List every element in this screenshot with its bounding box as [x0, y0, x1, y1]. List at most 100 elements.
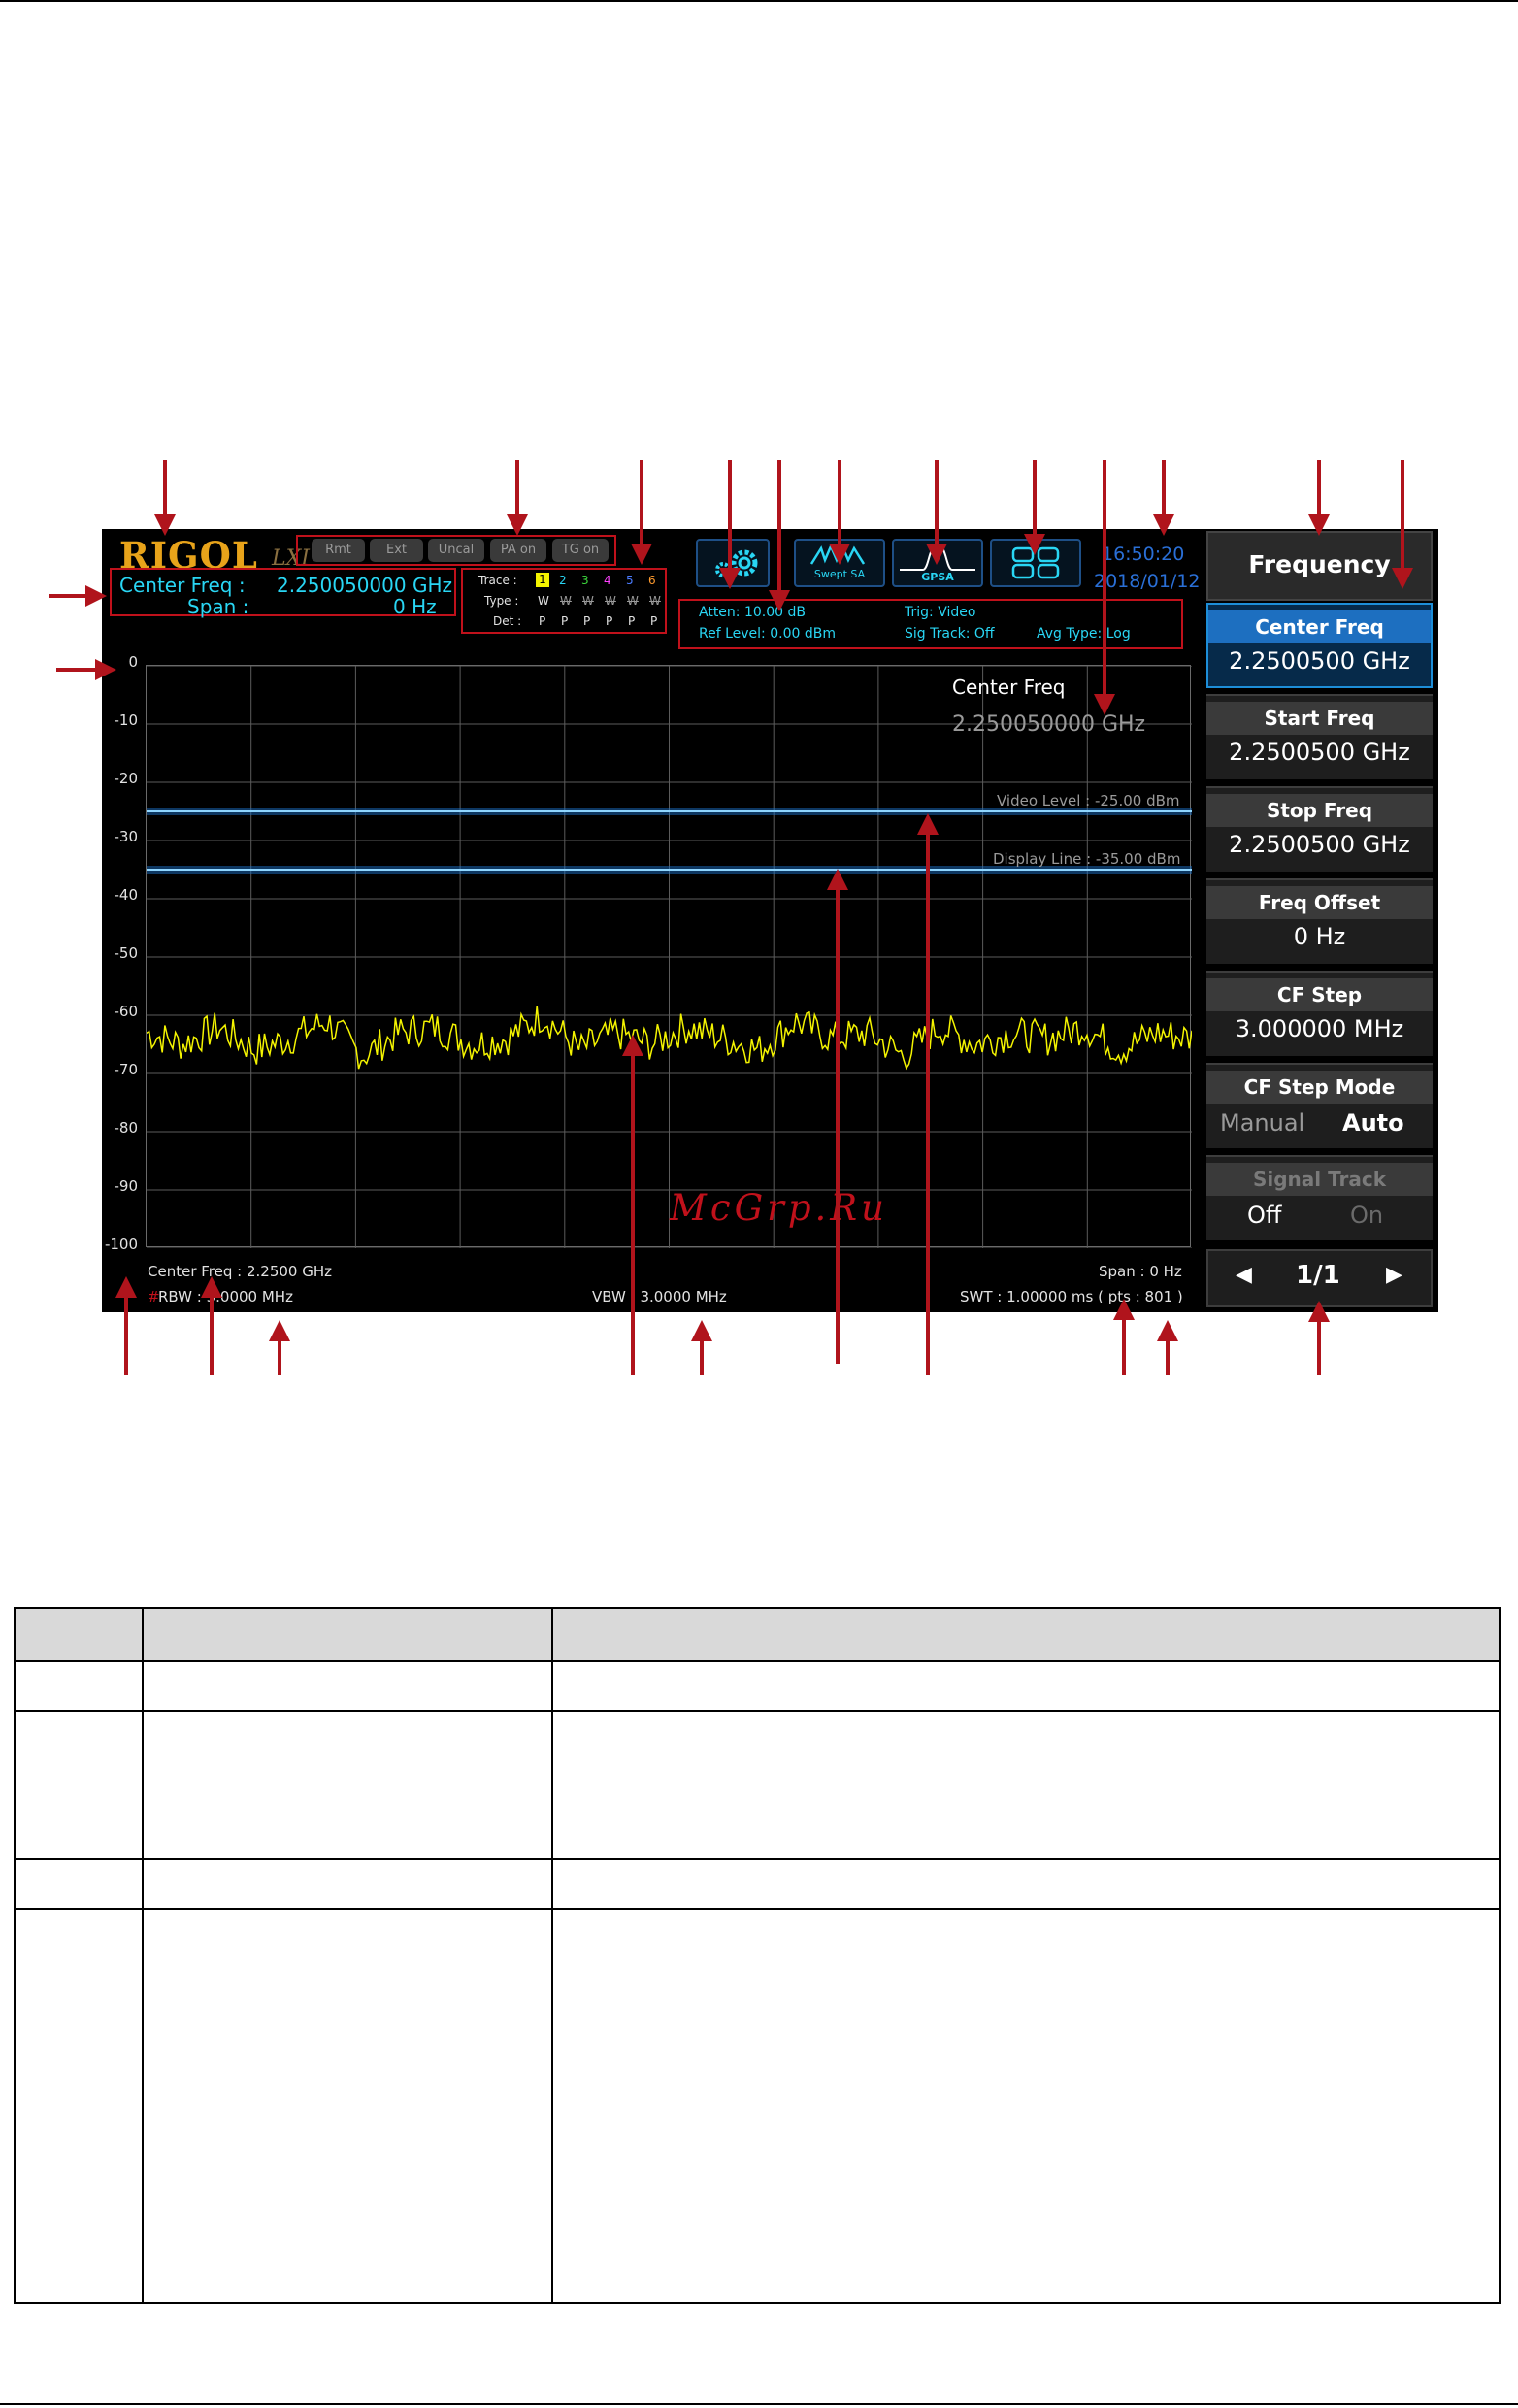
arrow-head	[1094, 694, 1115, 715]
callout-arrow	[49, 594, 87, 598]
callout-arrow	[1033, 460, 1037, 538]
display-line-label: Display Line : -35.00 dBm	[993, 850, 1181, 868]
softkey-label: Stop Freq	[1206, 794, 1433, 827]
analyzer-screen: RIGOL LXI Rmt Ext Uncal PA on TG on Cent…	[102, 529, 1438, 1312]
arrow-head	[116, 1276, 137, 1298]
manual-option[interactable]: Manual	[1220, 1109, 1304, 1137]
arrow-head	[827, 869, 848, 890]
pa-on-button[interactable]: PA on	[490, 539, 546, 562]
start-freq-softkey[interactable]: Start Freq 2.2500500 GHz	[1206, 694, 1433, 779]
arrow-head	[1024, 534, 1045, 555]
arrow-head	[507, 514, 528, 536]
callout-arrow	[1401, 460, 1404, 572]
y-tick-label: -80	[114, 1119, 139, 1137]
trace-3[interactable]: 3	[581, 574, 589, 587]
det-2: P	[561, 614, 569, 628]
type-label: Type :	[484, 594, 519, 608]
freq-offset-softkey[interactable]: Freq Offset 0 Hz	[1206, 878, 1433, 964]
arrow-head	[269, 1320, 290, 1341]
type-4: W	[605, 594, 616, 608]
arrow-head	[1153, 514, 1174, 536]
callout-arrow	[124, 1296, 128, 1375]
trace-5[interactable]: 5	[626, 574, 634, 587]
type-2: W	[560, 594, 572, 608]
swt-readout: SWT : 1.00000 ms ( pts : 801 )	[960, 1288, 1183, 1305]
softkey-label: Freq Offset	[1206, 886, 1433, 919]
trace-2[interactable]: 2	[559, 574, 567, 587]
spectrum-plot[interactable]: Center Freq 2.250050000 GHz Video Level …	[146, 665, 1192, 1248]
cf-step-softkey[interactable]: CF Step 3.000000 MHz	[1206, 971, 1433, 1056]
rmt-button[interactable]: Rmt	[312, 539, 365, 562]
callout-arrow	[515, 460, 519, 518]
type-5: W	[627, 594, 639, 608]
cf-step-mode-softkey[interactable]: CF Step Mode Manual Auto	[1206, 1063, 1433, 1148]
softkey-value: 3.000000 MHz	[1235, 1015, 1404, 1042]
arrow-head	[691, 1320, 712, 1341]
y-tick-label: -20	[114, 770, 139, 787]
trace-1[interactable]: 1	[536, 573, 549, 587]
softkey-label: Start Freq	[1206, 702, 1433, 735]
callout-arrow	[700, 1339, 704, 1375]
signal-track-softkey[interactable]: Signal Track Off On	[1206, 1155, 1433, 1240]
arrow-head	[1392, 568, 1413, 589]
table-row	[14, 1858, 1501, 1910]
callout-arrow	[777, 460, 781, 594]
page-indicator: 1/1	[1296, 1261, 1340, 1290]
table-cell	[551, 1710, 1501, 1860]
arrow-head	[719, 568, 741, 589]
y-tick-label: -50	[114, 944, 139, 962]
ext-button[interactable]: Ext	[370, 539, 423, 562]
page-bottom-rule	[0, 2403, 1518, 2405]
arrow-head	[95, 659, 116, 680]
callout-arrow	[1162, 460, 1166, 518]
on-option[interactable]: On	[1350, 1202, 1383, 1229]
auto-option[interactable]: Auto	[1342, 1109, 1404, 1137]
trace-4[interactable]: 4	[604, 574, 611, 587]
callout-arrow	[836, 888, 840, 1364]
callout-arrow	[926, 833, 930, 1375]
table-cell	[14, 1908, 144, 2304]
stop-freq-softkey[interactable]: Stop Freq 2.2500500 GHz	[1206, 786, 1433, 872]
callout-arrow	[1317, 1320, 1321, 1375]
softkey-label: Signal Track	[1206, 1163, 1433, 1196]
arrow-head	[1113, 1299, 1135, 1320]
clock-date: 2018/01/12	[1094, 571, 1201, 592]
callout-arrow	[1122, 1318, 1126, 1375]
softkey-label: CF Step	[1206, 978, 1433, 1011]
arrow-head	[917, 813, 939, 835]
off-option[interactable]: Off	[1247, 1202, 1281, 1229]
table-cell	[142, 1710, 553, 1860]
uncal-button[interactable]: Uncal	[428, 539, 484, 562]
det-label: Det :	[493, 614, 522, 628]
table-cell	[142, 1858, 553, 1910]
callout-arrow	[278, 1339, 281, 1375]
trace-6[interactable]: 6	[648, 574, 656, 587]
vbw-readout: VBW : 3.0000 MHz	[592, 1288, 727, 1305]
page-prev-icon[interactable]: ◀	[1236, 1263, 1252, 1287]
det-6: P	[650, 614, 658, 628]
video-level-label: Video Level : -25.00 dBm	[997, 792, 1180, 809]
y-tick-label: -100	[104, 1236, 138, 1253]
callout-arrow	[631, 1054, 635, 1375]
center-freq-label: Center Freq :	[119, 574, 246, 597]
table-cell	[142, 1908, 553, 2304]
span-value: 0 Hz	[393, 595, 437, 618]
table-cell	[14, 1660, 144, 1712]
span-label: Span :	[187, 595, 249, 618]
tg-on-button[interactable]: TG on	[552, 539, 609, 562]
trace-canvas	[147, 666, 1192, 1248]
page-nav: ◀ 1/1 ▶	[1206, 1249, 1433, 1307]
marker-title: Center Freq	[952, 676, 1066, 699]
page-top-rule	[0, 0, 1518, 2]
bottom-center-freq: Center Freq : 2.2500 GHz	[148, 1263, 332, 1280]
sig-track-text: Sig Track: Off	[905, 626, 995, 642]
type-6: W	[649, 594, 661, 608]
page-next-icon[interactable]: ▶	[1386, 1263, 1402, 1287]
softkey-value: 0 Hz	[1293, 923, 1346, 950]
det-1: P	[539, 614, 546, 628]
watermark: McGrp.Ru	[670, 1187, 888, 1229]
callout-arrow	[56, 668, 97, 672]
y-tick-label: -60	[114, 1003, 139, 1020]
center-freq-softkey[interactable]: Center Freq 2.2500500 GHz	[1206, 603, 1433, 688]
softkey-value: 2.2500500 GHz	[1229, 647, 1410, 675]
